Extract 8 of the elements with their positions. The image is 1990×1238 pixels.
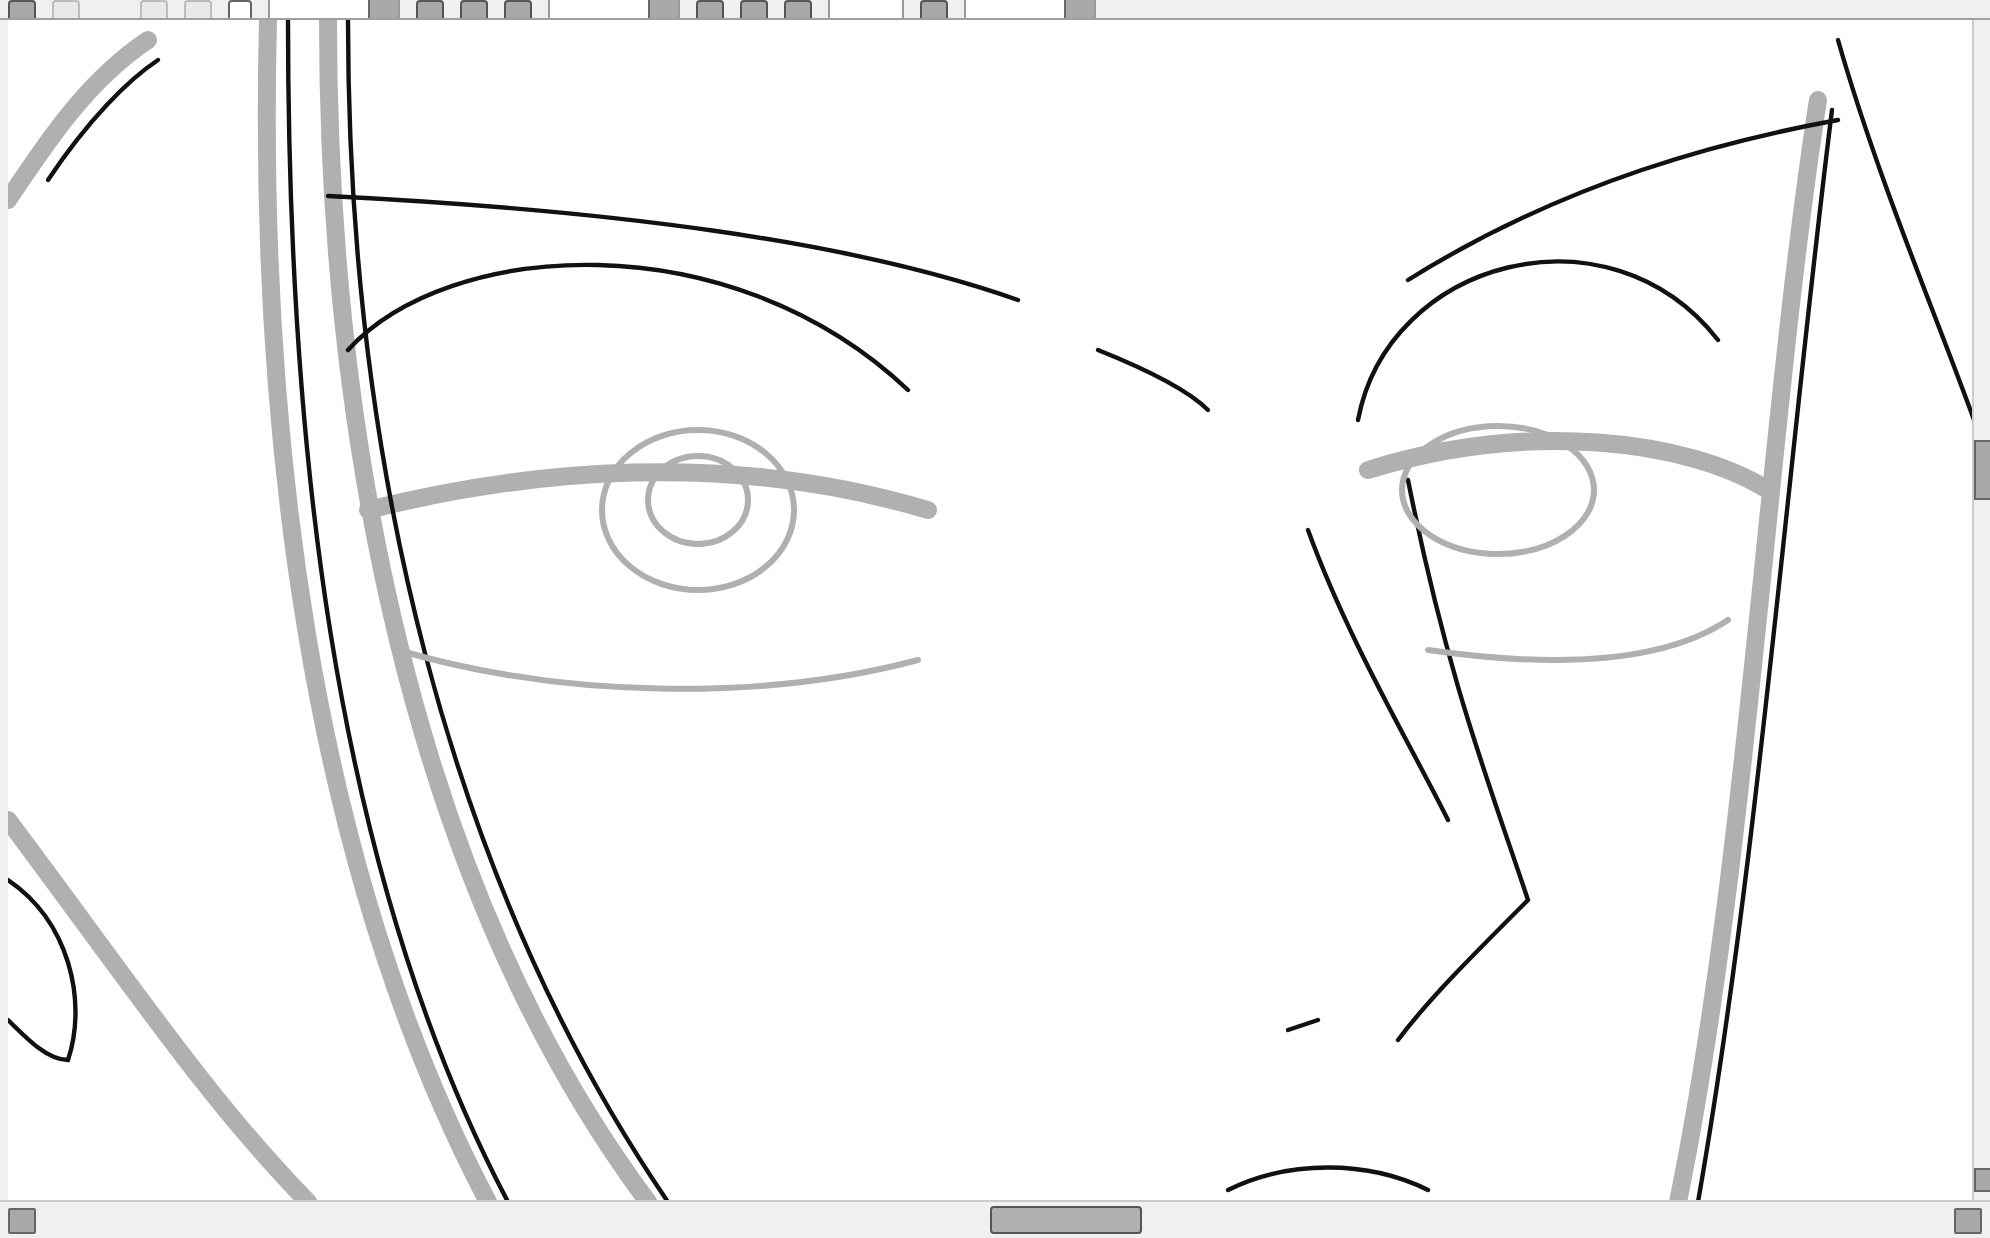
scroll-thumb[interactable]: [989, 1206, 1141, 1234]
scroll-right-button[interactable]: [1954, 1207, 1982, 1233]
scroll-thumb[interactable]: [1974, 440, 1990, 500]
horizontal-scrollbar[interactable]: [0, 1200, 1990, 1238]
scroll-down-button[interactable]: [1974, 1168, 1990, 1192]
checkbox[interactable]: [228, 0, 252, 18]
vertical-scrollbar[interactable]: [1972, 20, 1990, 1200]
scroll-left-button[interactable]: [8, 1207, 36, 1233]
